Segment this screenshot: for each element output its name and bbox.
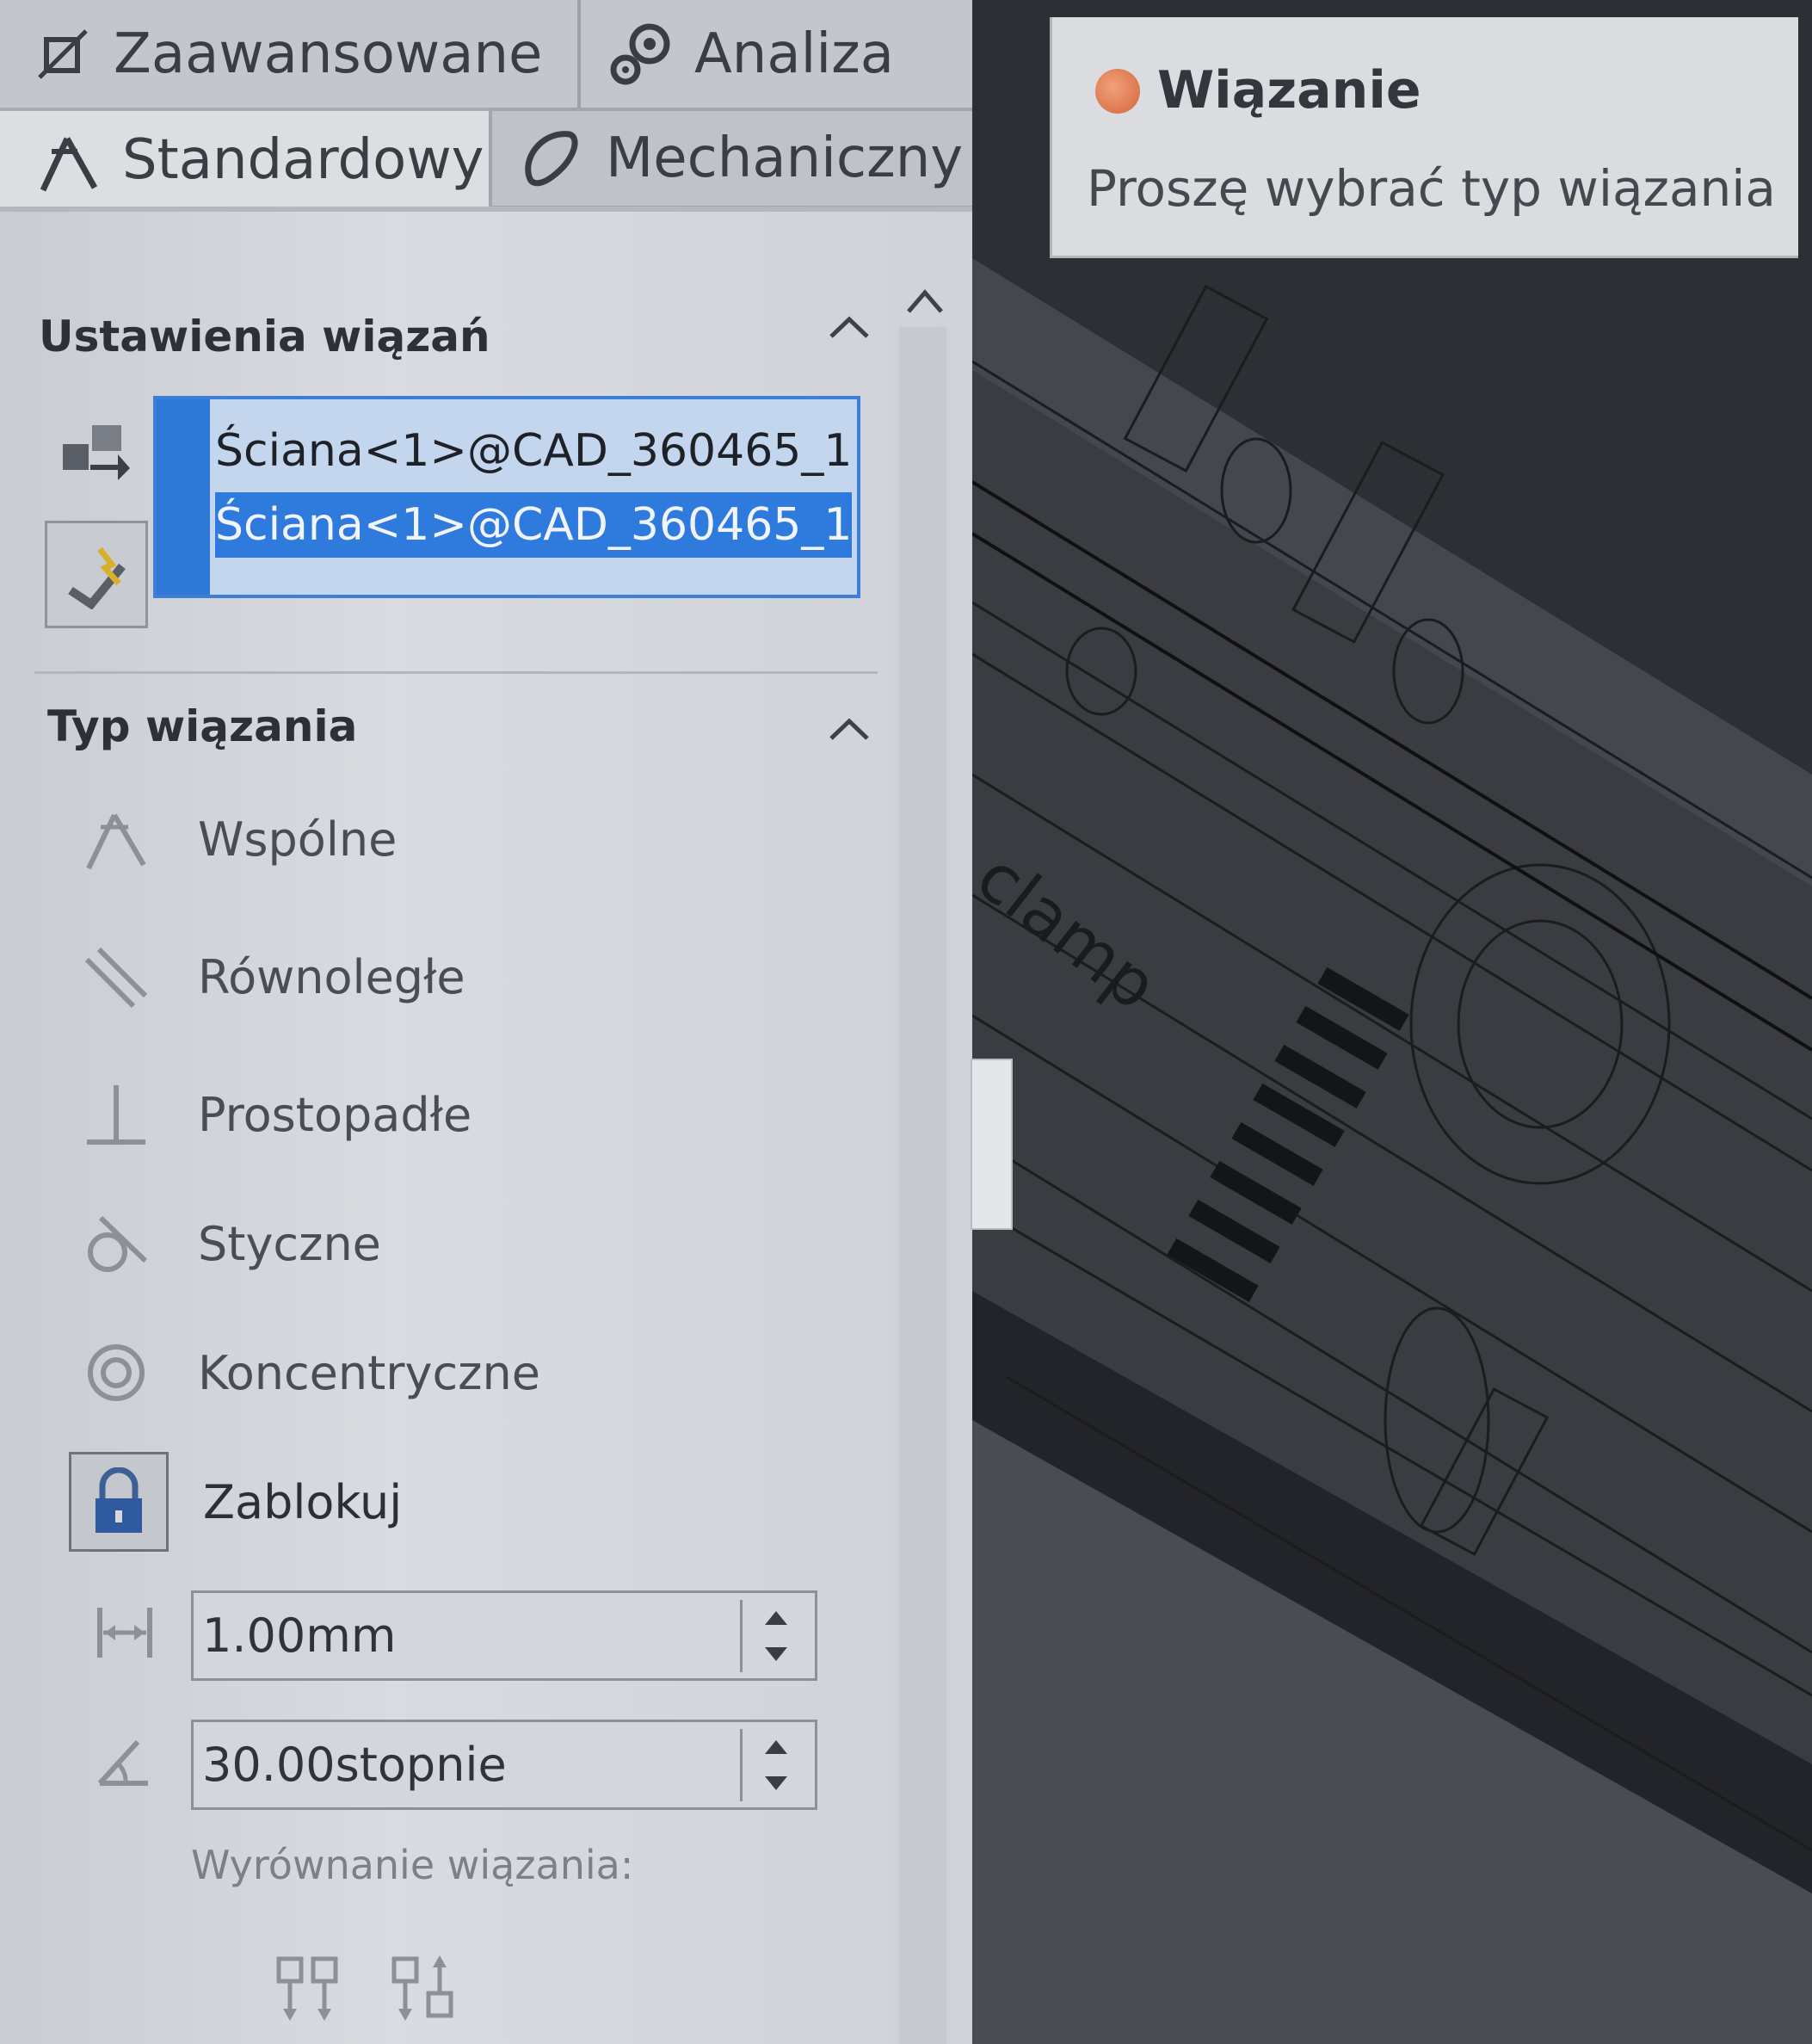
lock-icon (69, 1452, 169, 1552)
distance-value: 1.00mm (202, 1609, 397, 1663)
tooltip-message: Proszę wybrać typ wiązania (1087, 159, 1776, 218)
mechanical-cam-icon (525, 131, 578, 187)
distance-input[interactable]: 1.00mm (191, 1590, 817, 1681)
tab-divider (0, 207, 977, 212)
scroll-up-icon[interactable] (903, 284, 946, 318)
clamp-model-wireframe: clamp (972, 0, 1812, 2044)
mate-option-label: Równoległe (198, 949, 465, 1004)
selection-list-gutter (157, 399, 210, 595)
graphics-viewport[interactable]: clamp (972, 0, 1812, 2044)
tangent-icon (69, 1196, 163, 1291)
mate-option-tangent[interactable]: Styczne (69, 1196, 381, 1291)
angle-value: 30.00stopnie (202, 1738, 507, 1792)
coincident-icon (69, 792, 163, 886)
mate-warning-icon (1095, 69, 1140, 114)
mate-tooltip: Wiązanie Proszę wybrać typ wiązania (1050, 17, 1798, 258)
angle-icon (97, 1739, 148, 1786)
tab-standard-label: Standardowy (122, 128, 484, 192)
tab-advanced[interactable]: Zaawansowane (0, 0, 581, 108)
mate-option-label: Zablokuj (203, 1474, 403, 1529)
mate-option-parallel[interactable]: Równoległe (69, 929, 465, 1024)
panel-scrollbar[interactable] (899, 327, 946, 2044)
panel-collapse-handle[interactable] (971, 1059, 1013, 1230)
multi-mate-mode-button[interactable] (45, 521, 148, 628)
mate-type-title: Typ wiązania (47, 701, 358, 751)
mate-option-coincident[interactable]: Wspólne (69, 792, 397, 886)
angle-input[interactable]: 30.00stopnie (191, 1720, 817, 1810)
mate-option-label: Wspólne (198, 812, 398, 867)
tab-mechanical-label: Mechaniczny (606, 127, 964, 190)
mate-option-concentric[interactable]: Koncentryczne (69, 1325, 540, 1420)
collapse-mate-type-chevron-icon[interactable] (828, 716, 871, 742)
standard-mate-icon (40, 137, 98, 192)
perpendicular-icon (69, 1067, 163, 1162)
mate-option-lock[interactable]: Zablokuj (69, 1452, 403, 1552)
collapse-mate-settings-chevron-icon[interactable] (828, 314, 871, 340)
arrow-down-icon[interactable] (763, 1646, 789, 1663)
tab-mechanical[interactable]: Mechaniczny (489, 108, 977, 209)
aligned-icon[interactable] (274, 1954, 342, 2022)
distance-icon (97, 1608, 152, 1658)
mate-selections-list[interactable]: Ściana<1>@CAD_360465_125 p Ściana<1>@CAD… (153, 396, 860, 598)
section-divider (34, 671, 878, 674)
selection-item-2[interactable]: Ściana<1>@CAD_360465_125 p (215, 492, 852, 558)
mate-settings-title: Ustawienia wiązań (39, 312, 490, 361)
arrow-down-icon[interactable] (763, 1775, 789, 1792)
anti-aligned-icon[interactable] (389, 1954, 458, 2022)
selection-item-1[interactable]: Ściana<1>@CAD_360465_125 p (215, 418, 852, 484)
tab-advanced-label: Zaawansowane (114, 22, 543, 86)
mate-selections-icon (52, 404, 138, 491)
advanced-mate-icon (38, 28, 88, 79)
mate-option-label: Koncentryczne (198, 1345, 540, 1400)
parallel-icon (69, 929, 163, 1024)
mate-option-perpendicular[interactable]: Prostopadłe (69, 1067, 471, 1162)
distance-stepper[interactable] (740, 1600, 810, 1672)
property-manager-panel: Zaawansowane Analiza Standardowy Mechani… (0, 0, 981, 2044)
tab-standard[interactable]: Standardowy (0, 108, 489, 209)
mate-option-label: Prostopadłe (198, 1087, 472, 1142)
tooltip-title: Wiązanie (1157, 60, 1421, 120)
arrow-up-icon[interactable] (763, 1738, 789, 1756)
tab-analysis-label: Analiza (694, 22, 894, 86)
tab-analysis[interactable]: Analiza (581, 0, 977, 108)
angle-stepper[interactable] (740, 1729, 810, 1801)
concentric-icon (69, 1325, 163, 1420)
analysis-gears-icon (610, 23, 670, 84)
mate-alignment-label: Wyrównanie wiązania: (191, 1842, 634, 1888)
arrow-up-icon[interactable] (763, 1609, 789, 1627)
mate-option-label: Styczne (198, 1216, 381, 1271)
multimate-icon (68, 547, 126, 609)
